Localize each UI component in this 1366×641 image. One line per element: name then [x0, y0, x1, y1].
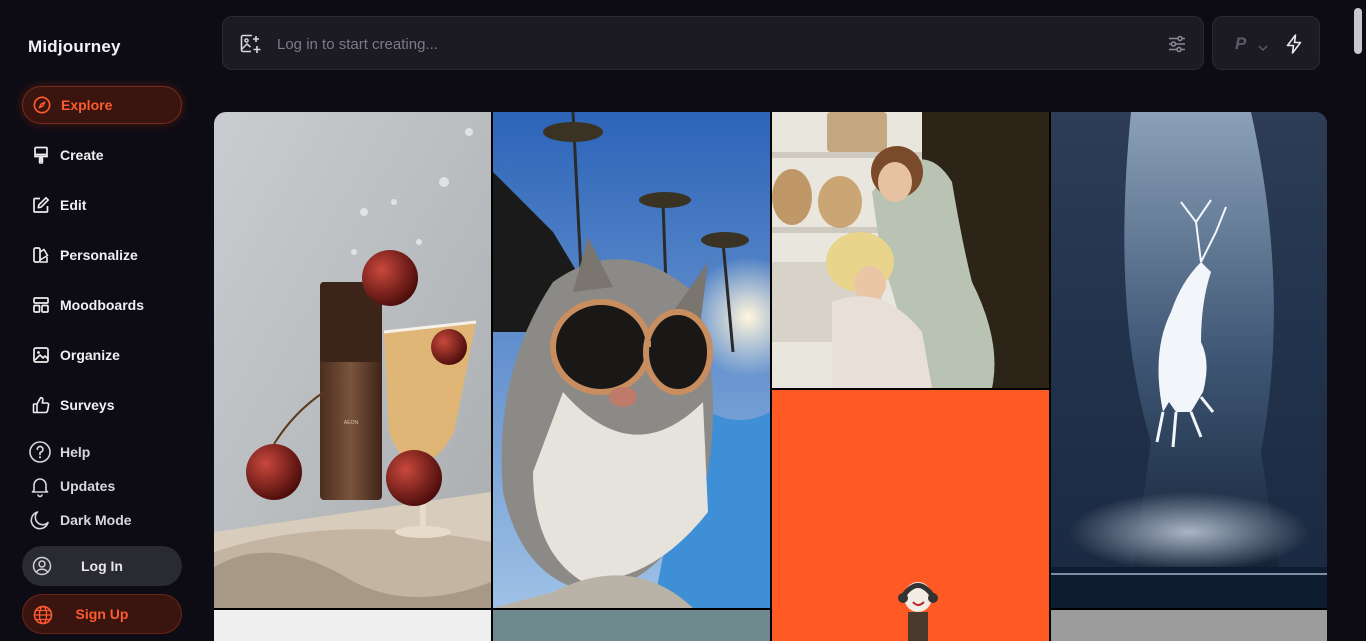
brand-logo[interactable]: Midjourney	[28, 37, 121, 57]
sidebar-item-label: Create	[60, 147, 104, 163]
sidebar-item-label: Explore	[61, 97, 113, 113]
settings-sliders-icon[interactable]	[1167, 34, 1187, 54]
sidebar-item-create[interactable]: Create	[22, 136, 182, 174]
compass-icon	[33, 96, 51, 114]
sidebar-item-explore[interactable]: Explore	[22, 86, 182, 124]
sidebar-item-help[interactable]: Help	[28, 440, 90, 464]
gallery-image[interactable]: AEON	[214, 112, 491, 608]
moodboard-icon	[32, 296, 50, 314]
sidebar-item-surveys[interactable]: Surveys	[22, 386, 182, 424]
signup-button[interactable]: Sign Up	[22, 594, 182, 634]
svg-text:AEON: AEON	[344, 420, 359, 426]
sidebar-item-updates[interactable]: Updates	[28, 474, 115, 498]
sidebar-item-label: Organize	[60, 347, 120, 363]
image-icon	[32, 346, 50, 364]
chevron-down-icon[interactable]	[1257, 40, 1269, 52]
brush-icon	[32, 146, 50, 164]
gallery-image[interactable]	[772, 390, 1049, 641]
globe-icon	[33, 605, 53, 625]
sidebar-item-personalize[interactable]: Personalize	[22, 236, 182, 274]
page-scrollbar[interactable]	[1350, 0, 1366, 641]
gallery-image[interactable]	[493, 112, 770, 608]
gallery-image[interactable]	[1051, 112, 1327, 608]
gallery-image[interactable]	[772, 112, 1049, 388]
gallery-image[interactable]	[493, 610, 770, 641]
sidebar-item-dark-mode[interactable]: Dark Mode	[28, 508, 132, 532]
bell-icon	[28, 474, 52, 498]
mode-controls: P	[1212, 16, 1320, 70]
sidebar-item-label: Updates	[60, 478, 116, 494]
lightning-icon[interactable]	[1283, 33, 1305, 55]
sidebar-item-label: Personalize	[60, 247, 138, 263]
sidebar-item-label: Edit	[60, 197, 87, 213]
edit-icon	[32, 196, 50, 214]
sidebar-item-moodboards[interactable]: Moodboards	[22, 286, 182, 324]
explore-gallery: AEON	[214, 112, 1327, 641]
personalize-toggle[interactable]: P	[1235, 34, 1246, 54]
sidebar-item-edit[interactable]: Edit	[22, 186, 182, 224]
sidebar-item-organize[interactable]: Organize	[22, 336, 182, 374]
help-icon	[28, 440, 52, 464]
prompt-input[interactable]	[277, 31, 1137, 57]
palette-icon	[32, 246, 50, 264]
prompt-bar	[222, 16, 1204, 70]
gallery-image[interactable]	[1051, 610, 1327, 641]
scrollbar-thumb[interactable]	[1354, 8, 1362, 54]
sidebar-item-label: Help	[60, 444, 91, 460]
sidebar: Midjourney Explore Create Edit Personali…	[0, 0, 200, 641]
sidebar-item-label: Moodboards	[60, 297, 144, 313]
thumbs-up-icon	[32, 396, 50, 414]
sidebar-item-label: Surveys	[60, 397, 115, 413]
add-image-icon[interactable]	[239, 33, 261, 55]
gallery-image[interactable]	[214, 610, 491, 641]
moon-icon	[28, 508, 52, 532]
user-icon	[32, 556, 52, 576]
sidebar-item-label: Dark Mode	[60, 512, 132, 528]
login-button[interactable]: Log In	[22, 546, 182, 586]
